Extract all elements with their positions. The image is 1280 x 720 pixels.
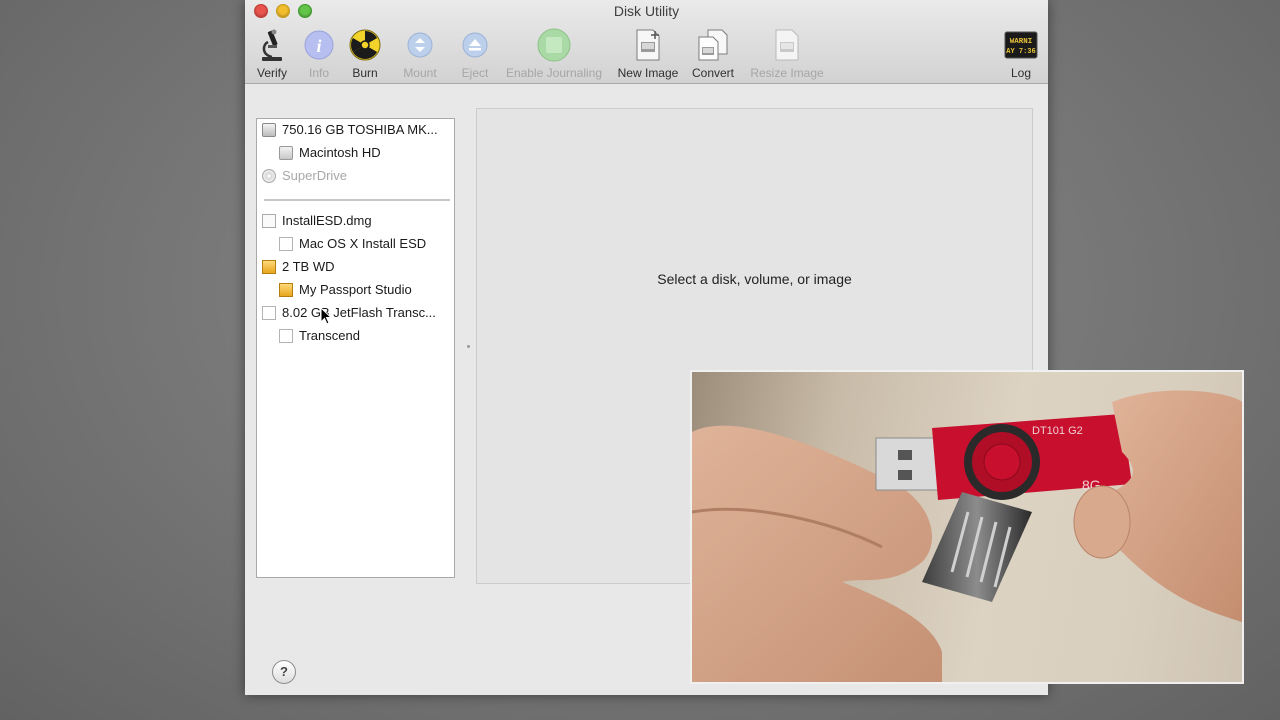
sidebar-item-label: InstallESD.dmg [282,213,372,228]
enable-journaling-label: Enable Journaling [505,66,603,80]
usb-volume-icon [279,329,293,343]
log-label: Log [1010,66,1032,80]
log-button[interactable]: WARNI AY 7:36 Log [1001,28,1041,80]
burn-label: Burn [352,66,378,80]
convert-icon [689,28,737,62]
mount-icon [398,28,442,62]
external-volume-icon [279,283,293,297]
verify-label: Verify [256,66,287,80]
sidebar-item-label: 750.16 GB TOSHIBA MK... [282,122,438,137]
blank-volume-icon [279,237,293,251]
sidebar-item-label: My Passport Studio [299,282,412,297]
optical-drive-icon [262,169,276,183]
sidebar-item-label: 8.02 GB JetFlash Transc... [282,305,436,320]
split-view-handle[interactable] [467,345,470,348]
sidebar-divider [264,199,450,201]
journaling-icon [503,28,605,62]
new-image-icon [615,28,681,62]
resize-image-icon [747,28,827,62]
info-icon: i [303,28,335,62]
mount-button[interactable]: Mount [398,28,442,80]
resize-image-label: Resize Image [750,66,824,80]
help-button[interactable]: ? [272,660,296,684]
log-icon-line-2: AY 7:36 [1006,48,1035,56]
usb-model-label: DT101 G2 [1032,425,1083,437]
sidebar-item-label: SuperDrive [282,168,348,183]
burn-button[interactable]: Burn [347,28,383,80]
window-title: Disk Utility [613,3,680,19]
sidebar-item-label: Mac OS X Install ESD [299,236,427,251]
info-button[interactable]: i Info [303,28,335,80]
usb-drive-photo-illustration: DT101 G2 8G [692,390,1242,682]
sidebar-item-label: Macintosh HD [299,145,381,160]
resize-image-button[interactable]: Resize Image [747,28,827,80]
mount-label: Mount [403,66,437,80]
new-image-label: New Image [617,66,679,80]
hard-disk-icon [262,123,276,137]
toolbar: Disk Utility Verify i Info Burn Mount Ej… [245,0,1048,84]
external-disk-icon [262,260,276,274]
empty-selection-message: Select a disk, volume, or image [657,271,852,287]
enable-journaling-button[interactable]: Enable Journaling [503,28,605,80]
convert-button[interactable]: Convert [689,28,737,80]
info-label: Info [308,66,329,80]
volume-icon [279,146,293,160]
mouse-cursor-icon [320,306,333,330]
verify-button[interactable]: Verify [253,28,291,80]
log-icon: WARNI AY 7:36 [1001,28,1041,62]
eject-button[interactable]: Eject [457,28,493,80]
svg-text:i: i [316,36,321,56]
eject-label: Eject [461,66,489,80]
disk-list-sidebar[interactable]: 750.16 GB TOSHIBA MK... Macintosh HD Sup… [256,118,455,578]
new-image-button[interactable]: New Image [615,28,681,80]
microscope-icon [253,28,291,62]
log-icon-line-1: WARNI [1010,38,1033,46]
disk-image-icon [262,214,276,228]
sidebar-item-label: 2 TB WD [282,259,335,274]
eject-icon [457,28,493,62]
usb-drive-photo-overlay: DT101 G2 8G [690,370,1244,684]
usb-disk-icon [262,306,276,320]
burn-icon [347,28,383,62]
convert-label: Convert [691,66,735,80]
